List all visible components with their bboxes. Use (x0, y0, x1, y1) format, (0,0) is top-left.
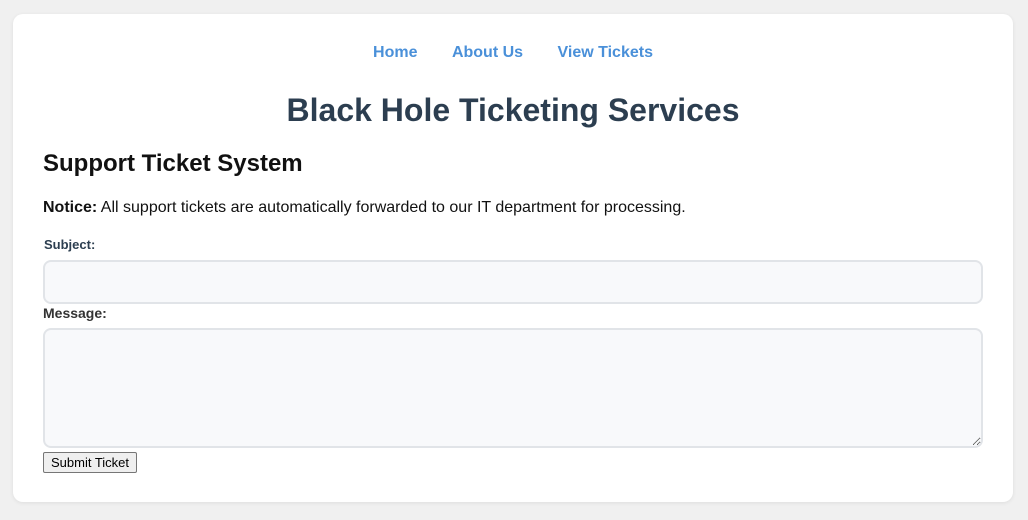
notice-message: All support tickets are automatically fo… (97, 199, 686, 216)
nav-link-about-us[interactable]: About Us (452, 44, 523, 61)
top-nav: Home About Us View Tickets (13, 43, 1013, 63)
notice-label: Notice: (43, 199, 98, 216)
message-textarea[interactable] (43, 328, 983, 448)
nav-link-home[interactable]: Home (373, 44, 417, 61)
subject-label: Subject: (44, 237, 96, 252)
message-label: Message: (43, 305, 107, 321)
nav-link-view-tickets[interactable]: View Tickets (558, 44, 653, 61)
notice-text: Notice: All support tickets are automati… (43, 198, 686, 218)
section-title: Support Ticket System (43, 150, 303, 177)
site-title: Black Hole Ticketing Services (286, 92, 740, 128)
submit-ticket-button[interactable]: Submit Ticket (43, 452, 138, 473)
subject-input[interactable] (43, 260, 983, 304)
main-card: Home About Us View Tickets Black Hole Ti… (13, 14, 1013, 502)
